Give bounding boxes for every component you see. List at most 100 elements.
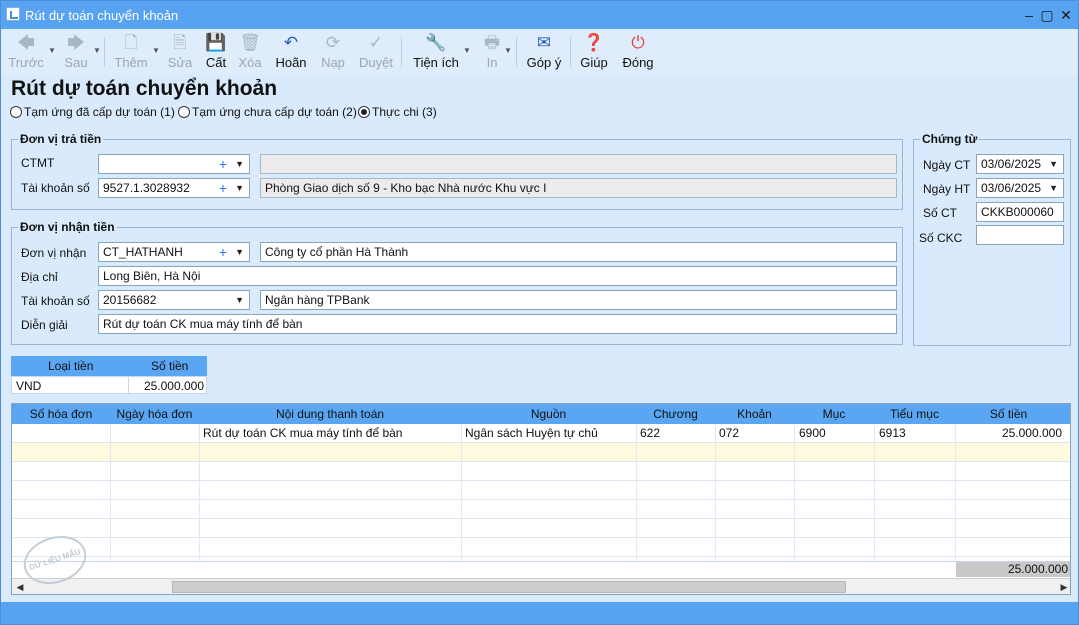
add-button[interactable]: 🗋 Thêm	[111, 31, 151, 73]
table-row[interactable]	[12, 462, 1070, 481]
ckc-number-field[interactable]	[976, 225, 1064, 245]
column-header[interactable]: Chương	[636, 407, 715, 421]
payee-unit-combobox[interactable]: CT_HATHANH + ▼	[98, 242, 250, 262]
address-field[interactable]: Long Biên, Hà Nội	[98, 266, 897, 286]
column-divider	[794, 424, 795, 562]
column-header[interactable]: Nội dung thanh toán	[199, 407, 461, 421]
add-icon[interactable]: +	[219, 155, 227, 173]
tools-icon: 🔧	[425, 33, 447, 52]
undo-button[interactable]: ↶ Hoãn	[271, 31, 311, 73]
posting-date-picker[interactable]: 03/06/2025 ▼	[976, 178, 1064, 198]
next-button[interactable]: 🡆 Sau	[57, 31, 95, 73]
edit-document-icon: 🗎	[173, 33, 187, 52]
chevron-down-icon[interactable]: ▼	[152, 46, 160, 55]
app-window: Rút dự toán chuyển khoản – ▢ ✕ 🡄 Trước ▼…	[0, 0, 1079, 625]
item-cell: 6900	[799, 426, 826, 440]
column-divider	[955, 424, 956, 562]
edit-button[interactable]: 🗎 Sửa	[163, 31, 197, 73]
utility-button[interactable]: 🔧 Tiện ích	[410, 31, 462, 73]
help-button[interactable]: ❓ Giúp	[577, 31, 611, 73]
grid-footer: 25.000.000	[12, 561, 1070, 577]
ctmt-description-field	[260, 154, 897, 174]
table-row[interactable]: VND 25.000.000	[11, 376, 207, 394]
amount-cell: 25.000.000	[143, 379, 204, 393]
voucher-number-field[interactable]: CKKB000060	[976, 202, 1064, 222]
approve-button[interactable]: ✓ Duyệt	[356, 31, 396, 73]
column-divider	[110, 424, 111, 562]
payment-detail-grid: Số hóa đơn Ngày hóa đơn Nội dung thanh t…	[11, 403, 1071, 595]
chevron-down-icon[interactable]: ▼	[235, 155, 244, 173]
feedback-button[interactable]: ✉ Góp ý	[523, 31, 565, 73]
section-cell: 072	[719, 426, 740, 440]
chevron-down-icon[interactable]: ▼	[235, 291, 244, 309]
chevron-down-icon[interactable]: ▼	[1049, 179, 1058, 197]
close-button[interactable]: ⏻ Đóng	[619, 31, 657, 73]
chevron-down-icon[interactable]: ▼	[235, 243, 244, 261]
chevron-down-icon[interactable]: ▼	[48, 46, 56, 55]
arrow-right-icon: 🡆	[67, 33, 85, 52]
table-row[interactable]	[12, 500, 1070, 519]
column-header[interactable]: Mục	[794, 407, 874, 421]
delete-button[interactable]: 🗑 Xóa	[234, 31, 266, 73]
chapter-cell: 622	[640, 426, 661, 440]
column-header[interactable]: Tiểu mục	[874, 407, 955, 421]
scroll-right-icon[interactable]: ▶	[1056, 579, 1070, 594]
bank-name-field[interactable]: Ngân hàng TPBank	[260, 290, 897, 310]
column-header[interactable]: Số tiền	[955, 407, 1062, 421]
payer-account-combobox[interactable]: 9527.1.3028932 + ▼	[98, 178, 250, 198]
table-row[interactable]	[12, 538, 1070, 557]
radio-advance-unallocated[interactable]: Tạm ứng chưa cấp dự toán (2)	[178, 105, 357, 119]
radio-checked-icon	[358, 106, 370, 118]
table-row[interactable]	[12, 519, 1070, 538]
maximize-icon[interactable]: ▢	[1037, 5, 1057, 25]
minimize-icon[interactable]: –	[1019, 5, 1039, 25]
voucher-number-label: Số CT	[923, 206, 958, 220]
toolbar-separator	[104, 37, 105, 67]
grid-header: Số hóa đơn Ngày hóa đơn Nội dung thanh t…	[12, 404, 1070, 424]
add-icon[interactable]: +	[219, 179, 227, 197]
radio-circle-icon	[10, 106, 22, 118]
column-header: Loại tiền	[48, 359, 94, 373]
column-divider	[715, 424, 716, 562]
print-button[interactable]: 🖶 In	[477, 31, 507, 73]
table-row[interactable]: Rút dự toán CK mua máy tính để bàn Ngân …	[12, 424, 1070, 443]
column-header[interactable]: Nguồn	[461, 407, 636, 421]
radio-advance-allocated[interactable]: Tạm ứng đã cấp dự toán (1)	[10, 105, 175, 119]
chevron-down-icon[interactable]: ▼	[93, 46, 101, 55]
scrollbar-thumb[interactable]	[172, 581, 846, 593]
column-header[interactable]: Ngày hóa đơn	[110, 407, 199, 421]
save-button[interactable]: 💾 Cất	[200, 31, 232, 73]
payee-account-combobox[interactable]: 20156682 ▼	[98, 290, 250, 310]
toolbar: 🡄 Trước ▼ 🡆 Sau ▼ 🗋 Thêm ▼ 🗎 Sửa 💾 Cất 🗑…	[1, 29, 1078, 75]
chevron-down-icon[interactable]: ▼	[1049, 155, 1058, 173]
app-icon	[6, 7, 20, 21]
column-header: Số tiền	[151, 359, 189, 373]
description-field[interactable]: Rút dự toán CK mua máy tính để bàn	[98, 314, 897, 334]
subitem-cell: 6913	[879, 426, 906, 440]
checkmark-icon: ✓	[368, 33, 384, 52]
ctmt-combobox[interactable]: + ▼	[98, 154, 250, 174]
chevron-down-icon[interactable]: ▼	[504, 46, 512, 55]
source-cell: Ngân sách Huyện tự chủ	[465, 426, 598, 440]
horizontal-scrollbar[interactable]: ◀ ▶	[12, 578, 1070, 594]
refresh-icon: ⟳	[325, 33, 341, 52]
load-button[interactable]: ⟳ Nạp	[315, 31, 351, 73]
voucher-date-picker[interactable]: 03/06/2025 ▼	[976, 154, 1064, 174]
payee-group: Đơn vị nhận tiền Đơn vị nhận CT_HATHANH …	[11, 220, 903, 345]
close-window-icon[interactable]: ✕	[1056, 5, 1076, 25]
window-title: Rút dự toán chuyển khoản	[25, 8, 179, 23]
radio-actual-expense[interactable]: Thực chi (3)	[358, 105, 437, 119]
column-header[interactable]: Số hóa đơn	[12, 407, 110, 421]
table-row[interactable]	[12, 443, 1070, 462]
column-header[interactable]: Khoản	[715, 407, 794, 421]
scroll-left-icon[interactable]: ◀	[12, 579, 28, 594]
chevron-down-icon[interactable]: ▼	[235, 179, 244, 197]
ctmt-label: CTMT	[21, 156, 55, 170]
payee-legend: Đơn vị nhận tiền	[18, 220, 117, 234]
prev-button[interactable]: 🡄 Trước	[5, 31, 47, 73]
table-row[interactable]	[12, 481, 1070, 500]
chevron-down-icon[interactable]: ▼	[463, 46, 471, 55]
add-icon[interactable]: +	[219, 243, 227, 261]
currency-table-header: Loại tiền Số tiền	[11, 356, 207, 376]
payee-unit-description-field[interactable]: Công ty cổ phần Hà Thành	[260, 242, 897, 262]
